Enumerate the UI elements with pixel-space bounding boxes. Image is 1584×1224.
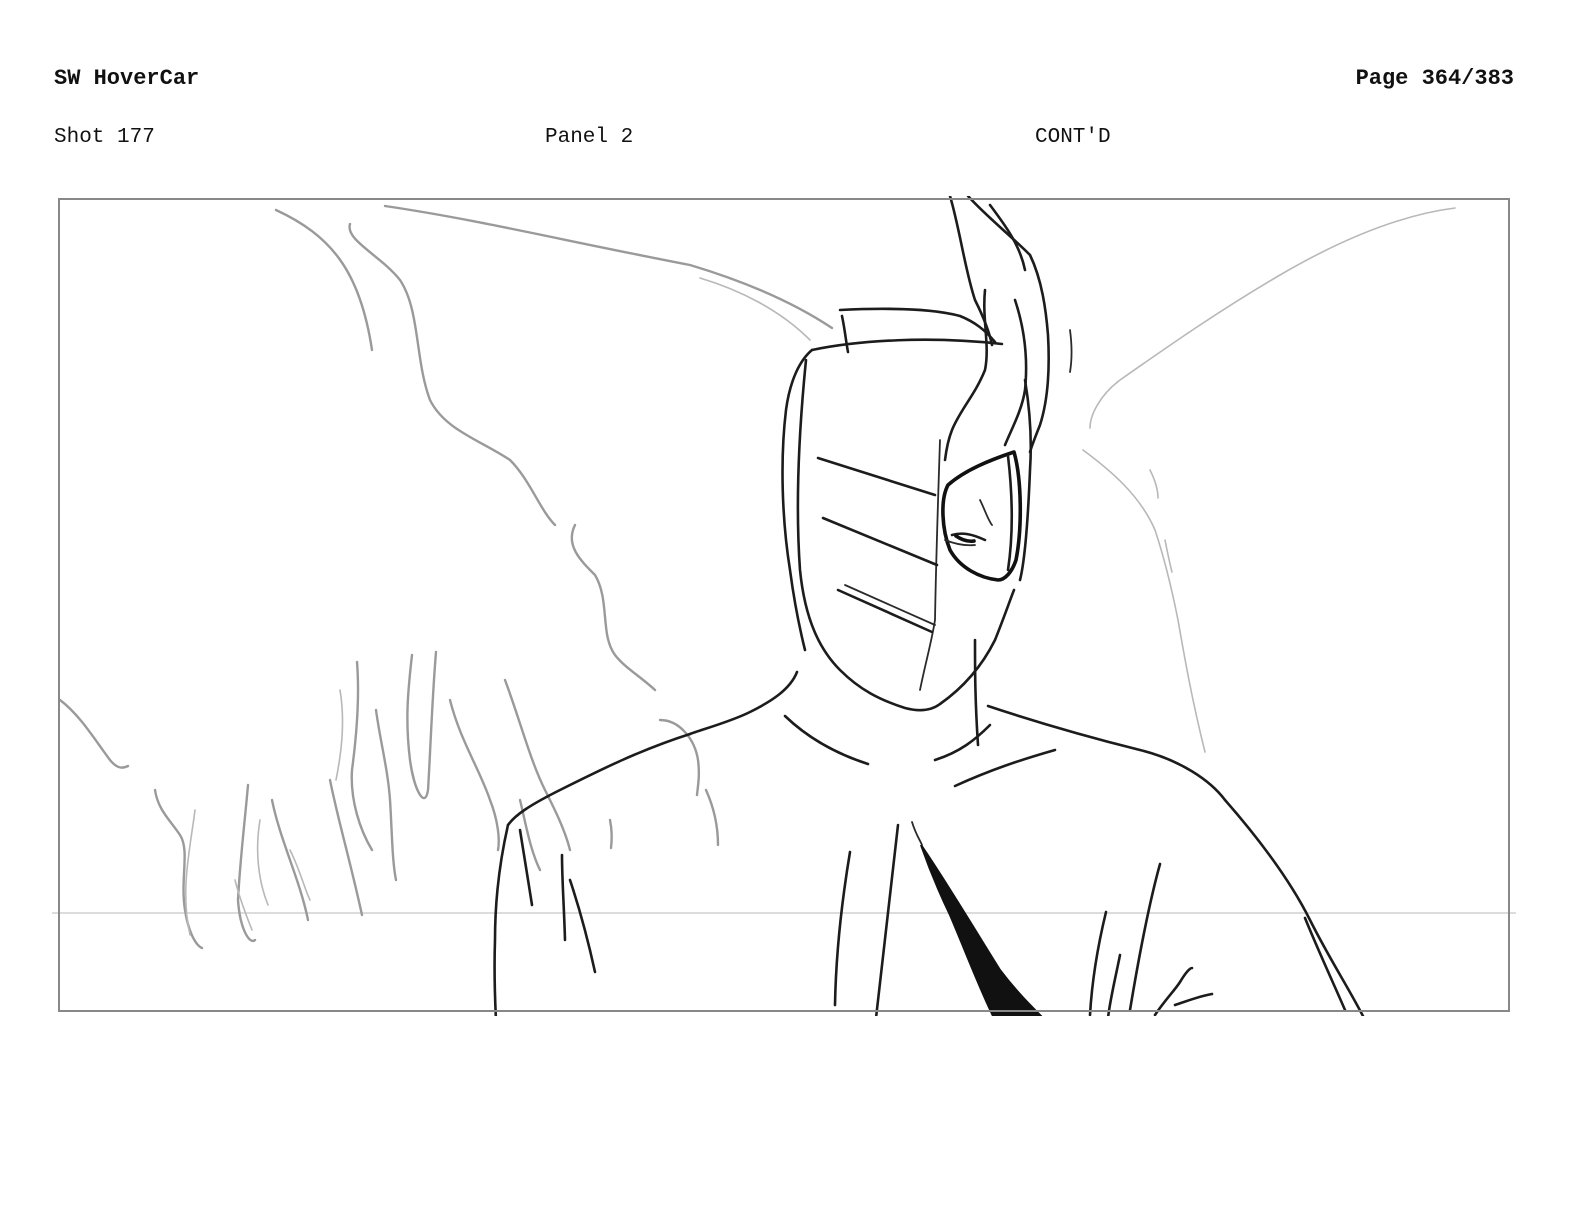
- storyboard-panel: [52, 196, 1516, 1016]
- left-wing-sketch: [58, 204, 834, 950]
- masked-hero-sketch: [493, 196, 1365, 1016]
- panel-drawing: [58, 196, 1456, 1016]
- right-wing-sketch: [1082, 207, 1456, 753]
